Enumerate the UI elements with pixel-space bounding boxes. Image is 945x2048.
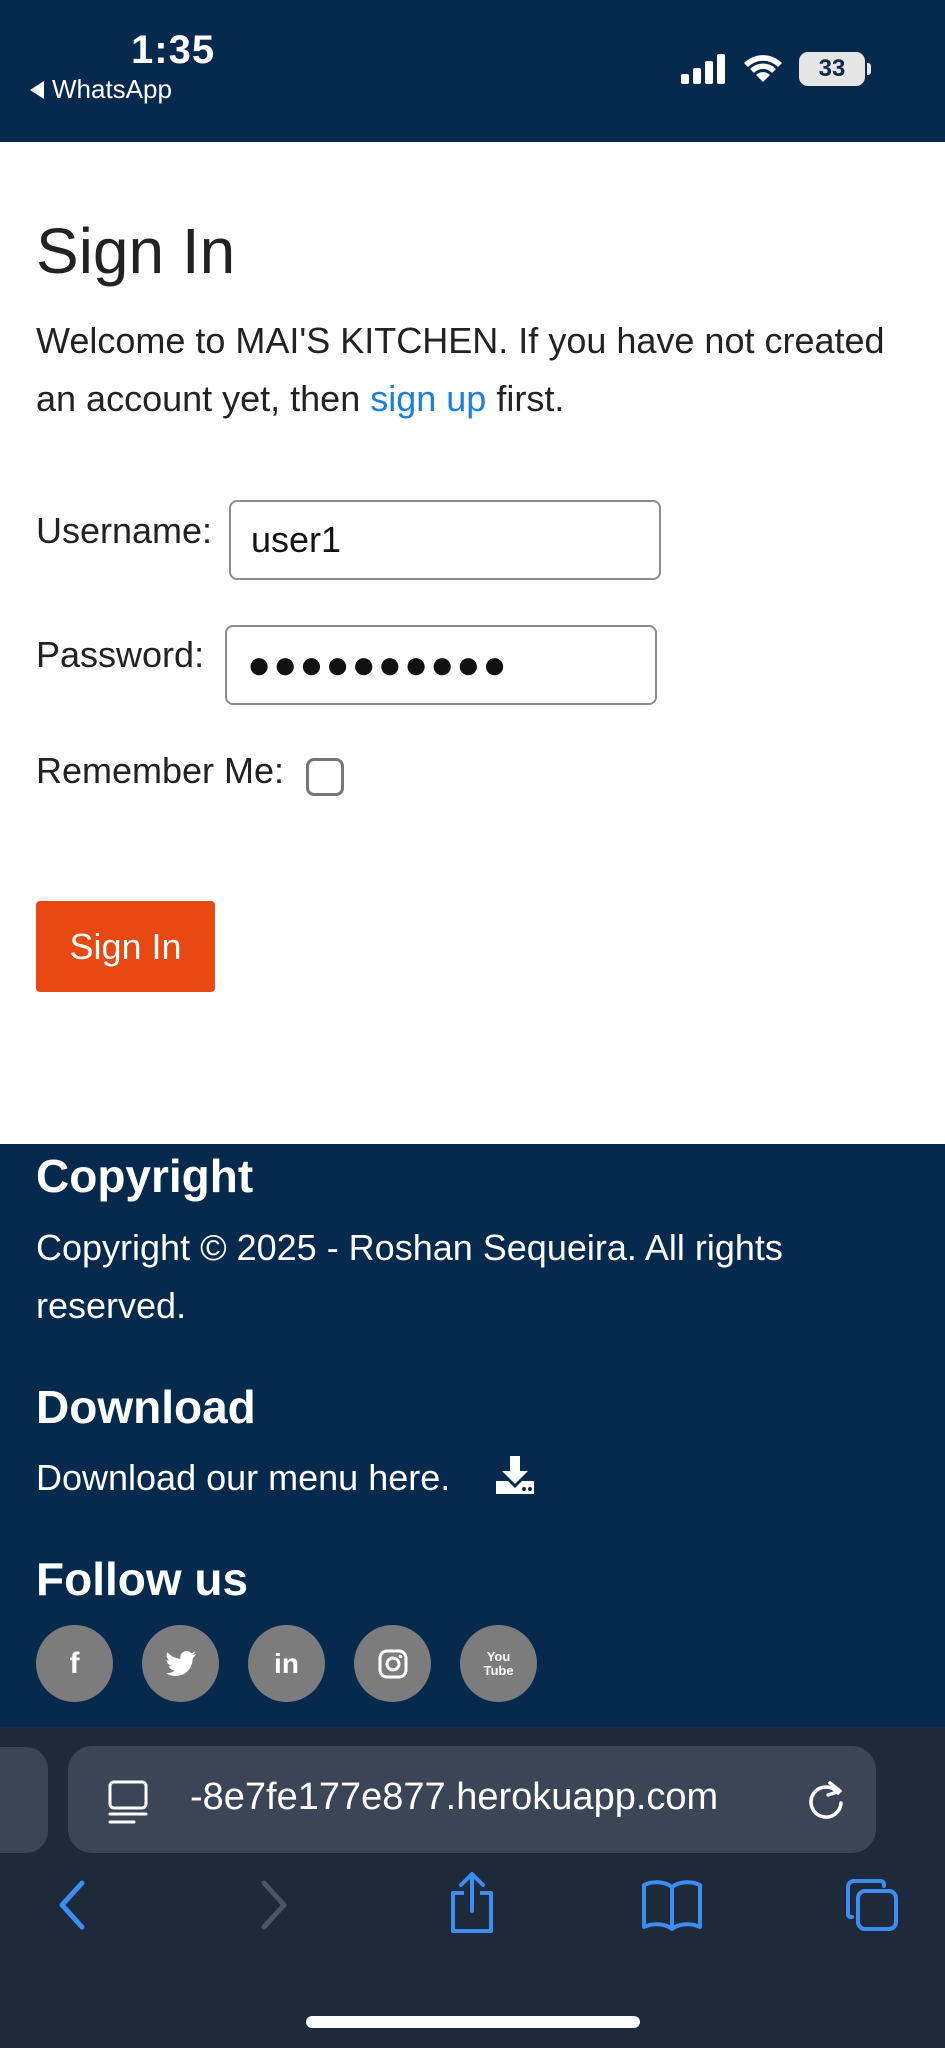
username-label: Username:	[36, 510, 213, 551]
page-menu-icon[interactable]	[108, 1780, 148, 1824]
welcome-text: Welcome to MAI'S KITCHEN. If you have no…	[36, 312, 916, 428]
wifi-icon	[744, 55, 782, 82]
twitter-bird-glyph	[165, 1650, 196, 1676]
instagram-icon[interactable]	[354, 1625, 431, 1702]
download-heading: Download	[36, 1381, 256, 1433]
address-bar[interactable]: -8e7fe177e877.herokuapp.com	[68, 1746, 876, 1853]
page-title: Sign In	[36, 215, 236, 287]
bookmarks-icon[interactable]	[640, 1877, 704, 1933]
back-arrow-icon[interactable]	[52, 1877, 92, 1933]
welcome-text-part2: first.	[486, 378, 565, 419]
tabs-icon[interactable]	[844, 1877, 900, 1933]
signup-link[interactable]: sign up	[370, 378, 486, 419]
password-input[interactable]: ●●●●●●●●●●	[225, 625, 657, 705]
twitter-icon[interactable]	[142, 1625, 219, 1702]
status-bar: 1:35 WhatsApp 33	[0, 0, 945, 142]
signin-page: Sign In Welcome to MAI'S KITCHEN. If you…	[0, 142, 945, 1144]
instagram-glyph	[378, 1649, 407, 1678]
username-value: user1	[251, 519, 342, 560]
follow-heading: Follow us	[36, 1553, 249, 1605]
share-icon[interactable]	[447, 1871, 497, 1935]
remember-me-label: Remember Me:	[36, 750, 285, 791]
url-text: -8e7fe177e877.herokuapp.com	[190, 1776, 719, 1818]
reload-icon[interactable]	[806, 1779, 846, 1821]
status-icons: 33	[681, 52, 871, 86]
home-indicator	[306, 2016, 640, 2028]
password-label: Password:	[36, 634, 205, 675]
back-app-label: WhatsApp	[52, 74, 172, 104]
browser-chrome: -8e7fe177e877.herokuapp.com	[0, 1727, 945, 2048]
username-input[interactable]: user1	[229, 500, 661, 580]
copyright-heading: Copyright	[36, 1150, 254, 1202]
password-value: ●●●●●●●●●●	[247, 642, 509, 687]
facebook-icon[interactable]: f	[36, 1625, 113, 1702]
forward-arrow-icon[interactable]	[254, 1877, 294, 1933]
back-to-app-button[interactable]: WhatsApp	[30, 74, 172, 105]
download-text: Download our menu here.	[36, 1457, 451, 1498]
status-time: 1:35	[131, 28, 216, 72]
signal-icon	[681, 54, 725, 84]
back-triangle-icon	[30, 80, 44, 99]
previous-tab-preview[interactable]	[0, 1747, 48, 1853]
remember-me-checkbox[interactable]	[306, 758, 344, 796]
social-links: f in You Tube	[36, 1625, 537, 1702]
download-icon[interactable]	[494, 1454, 536, 1496]
browser-toolbar	[0, 1872, 945, 1967]
linkedin-icon[interactable]: in	[248, 1625, 325, 1702]
battery-indicator: 33	[799, 52, 871, 86]
youtube-icon[interactable]: You Tube	[460, 1625, 537, 1702]
signin-button[interactable]: Sign In	[36, 901, 215, 992]
copyright-text: Copyright © 2025 - Roshan Sequeira. All …	[36, 1227, 783, 1326]
site-footer: Copyright Copyright © 2025 - Roshan Sequ…	[0, 1144, 945, 1727]
